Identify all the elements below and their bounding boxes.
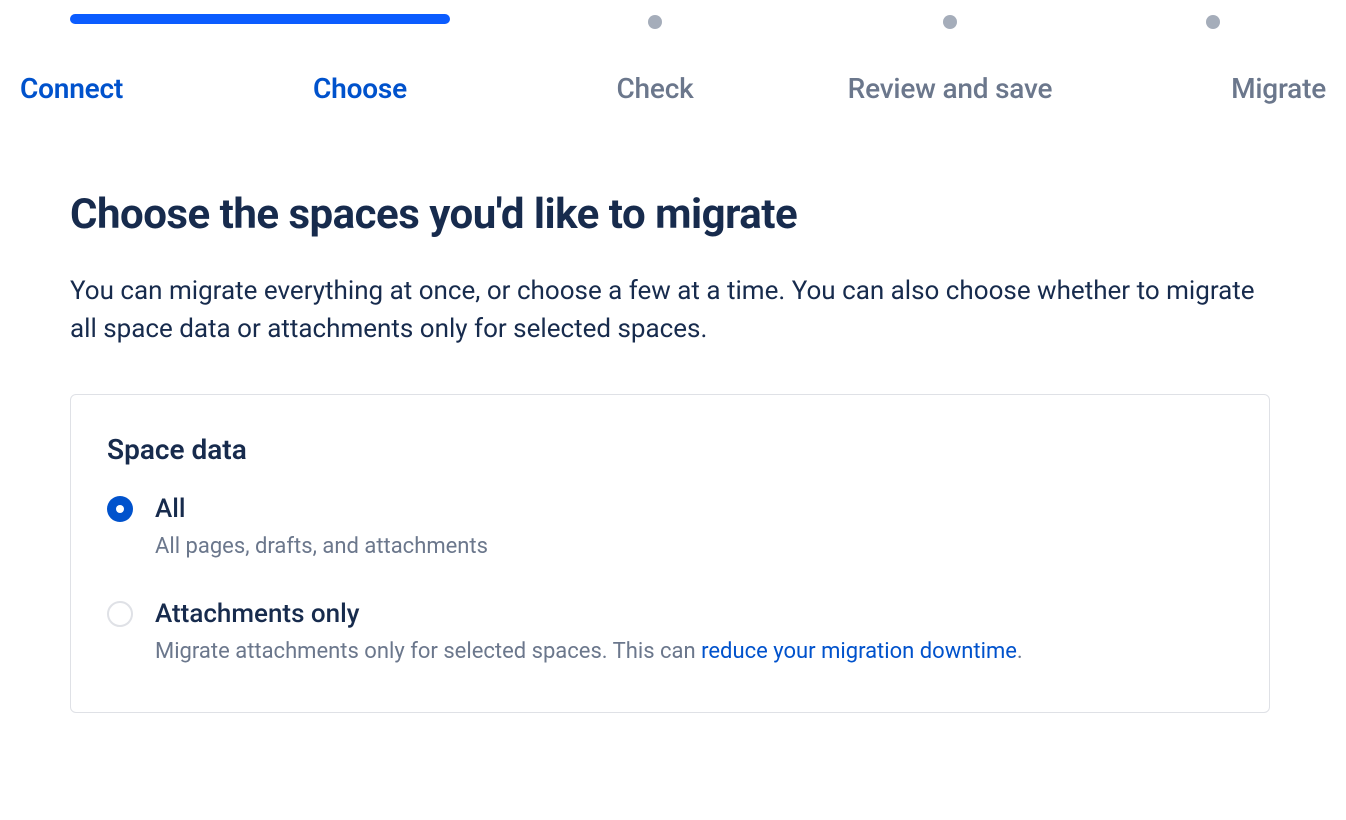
radio-option-all[interactable]: All All pages, drafts, and attachments: [107, 494, 1233, 563]
page-title: Choose the spaces you'd like to migrate: [70, 190, 1276, 239]
step-label: Check: [616, 72, 693, 105]
radio-description: All pages, drafts, and attachments: [155, 532, 488, 563]
step-review-and-save[interactable]: Review and save: [800, 14, 1100, 105]
radio-description: Migrate attachments only for selected sp…: [155, 637, 1023, 668]
radio-input-all[interactable]: [107, 496, 133, 522]
step-label: Connect: [20, 72, 123, 105]
step-dot-icon: [943, 15, 957, 29]
stepper: Connect Choose Check Review and save Mig…: [0, 0, 1346, 130]
step-dot-icon: [1206, 15, 1220, 29]
step-label: Choose: [313, 72, 407, 105]
step-label: Migrate: [1231, 72, 1326, 105]
radio-option-attachments-only[interactable]: Attachments only Migrate attachments onl…: [107, 599, 1233, 668]
step-dot-icon: [648, 15, 662, 29]
step-connect[interactable]: Connect: [20, 14, 210, 105]
radio-description-prefix: Migrate attachments only for selected sp…: [155, 639, 701, 664]
panel-heading: Space data: [107, 433, 1233, 466]
step-label: Review and save: [848, 72, 1053, 105]
reduce-downtime-link[interactable]: reduce your migration downtime: [701, 639, 1017, 664]
step-choose[interactable]: Choose: [210, 14, 510, 105]
radio-label[interactable]: Attachments only: [155, 599, 1023, 629]
step-migrate[interactable]: Migrate: [1100, 14, 1326, 105]
step-check[interactable]: Check: [510, 14, 800, 105]
radio-input-attachments-only[interactable]: [107, 601, 133, 627]
page-content: Choose the spaces you'd like to migrate …: [0, 130, 1346, 713]
page-description: You can migrate everything at once, or c…: [70, 273, 1270, 348]
space-data-panel: Space data All All pages, drafts, and at…: [70, 394, 1270, 713]
radio-label[interactable]: All: [155, 494, 488, 524]
radio-description-suffix: .: [1017, 639, 1023, 664]
